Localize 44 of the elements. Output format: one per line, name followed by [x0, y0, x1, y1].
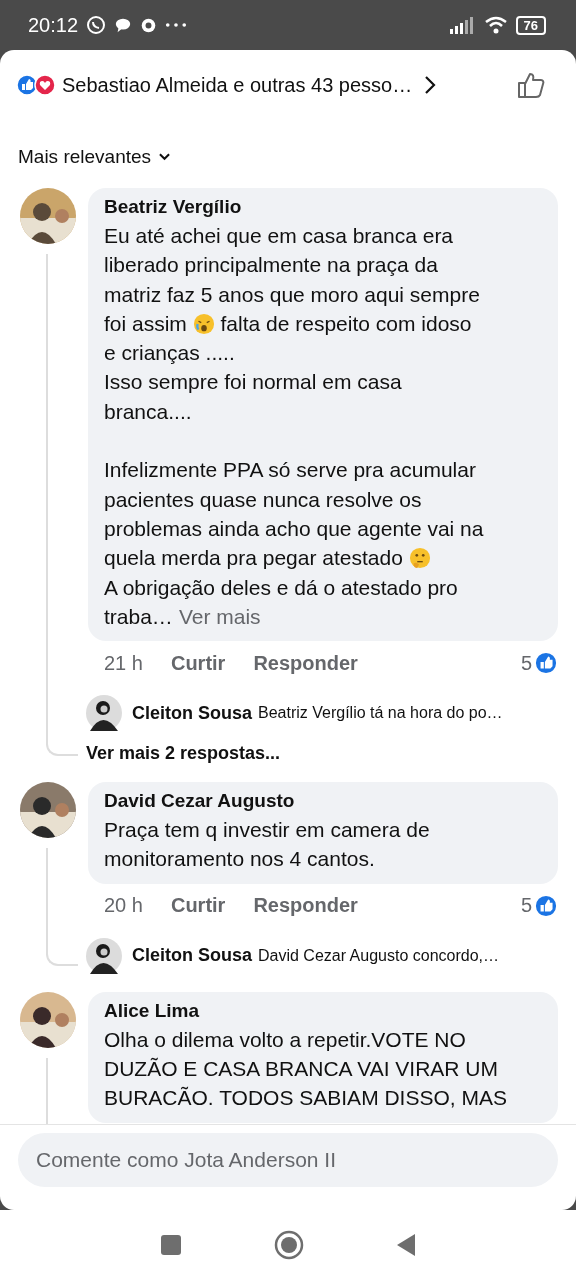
like-link[interactable]: Curtir [170, 651, 226, 675]
comment-author[interactable]: Alice Lima [104, 999, 542, 1022]
reactions-summary-link[interactable]: Sebastiao Almeida e outras 43 pesso… [62, 73, 413, 97]
chevron-right-icon[interactable] [424, 75, 437, 95]
browser-icon [140, 16, 158, 34]
comment-text: Infelizmente PPA só serve pra acumular pacientes quase nunca resolve os problemas ainda acho que agente vai na quela merda pra pegar atestado A obrigação deles e dá o atestado pro traba… Ver mais [104, 457, 485, 630]
clock: 20:12 [28, 13, 79, 37]
comment-text: Eu até achei que em casa branca era liberado principalmente na praça da matriz faz 5 anos que moro aqui sempre foi assim falta de respeito com idoso e crianças ..... Isso sempre foi normal em casa branca.... [104, 223, 481, 425]
comment-author[interactable]: Beatriz Vergílio [104, 196, 542, 218]
crying-face-icon [192, 312, 215, 335]
like-link[interactable]: Curtir [170, 894, 226, 918]
like-reaction-icon [534, 651, 558, 676]
reply-text: Beatriz Vergílio tá na hora do po… [258, 704, 503, 723]
love-reaction-icon [34, 74, 56, 96]
reply-author[interactable]: Cleiton Sousa [132, 702, 252, 724]
comment-input-field[interactable]: Comente como Jota Anderson II [18, 1133, 558, 1187]
wifi-icon [483, 16, 508, 34]
comment-time: 20 h [104, 894, 143, 918]
back-icon[interactable] [396, 1233, 416, 1257]
reply-author[interactable]: Cleiton Sousa [132, 945, 252, 967]
reply-text: David Cezar Augusto concordo,… [258, 946, 500, 965]
comment-text: Praça tem q investir em camera de monitoramento nos 4 cantos. [104, 817, 431, 873]
sort-dropdown[interactable]: Mais relevantes [0, 140, 189, 174]
thinking-face-icon [408, 547, 431, 570]
reply-link[interactable]: Responder [253, 651, 358, 675]
reply-link[interactable]: Responder [253, 894, 358, 918]
reaction-count: 5 [520, 894, 532, 918]
home-icon[interactable] [274, 1230, 304, 1260]
chevron-down-icon [159, 153, 171, 161]
like-button-icon[interactable] [516, 70, 546, 100]
battery-icon: 76 [515, 15, 546, 35]
like-reaction-icon [16, 74, 38, 96]
comment-time: 21 h [104, 651, 143, 675]
signal-icon [449, 16, 476, 34]
like-reaction-icon [534, 893, 558, 918]
reaction-count: 5 [520, 651, 532, 675]
more-replies-link[interactable]: Ver mais 2 respostas... [86, 743, 558, 765]
comment-author[interactable]: David Cezar Augusto [104, 790, 542, 813]
recent-apps-icon[interactable] [160, 1234, 182, 1256]
message-icon [114, 16, 133, 34]
see-more-link[interactable]: Ver mais [178, 604, 261, 628]
more-icon [165, 22, 188, 28]
comment-text: Olha o dilema volto a repetir.VOTE NO DUZÃO E CASA BRANCA VAI VIRAR UM BURACÃO. TODOS SABIAM DISSO, MAS [104, 1026, 508, 1112]
chat-app-icon [86, 15, 107, 35]
